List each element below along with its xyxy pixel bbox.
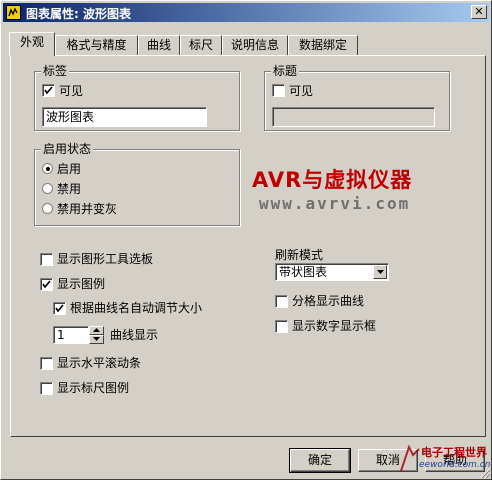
- tab-format-precision[interactable]: 格式与精度: [55, 35, 138, 55]
- label-group: 标签 可见 波形图表: [34, 64, 240, 131]
- show-plot-legend-checkbox[interactable]: [40, 278, 53, 291]
- arrow-up-icon: [93, 328, 100, 332]
- caption-visible-checkbox[interactable]: [272, 84, 285, 97]
- cancel-label: 取消: [375, 453, 400, 467]
- window-title: 图表属性: 波形图表: [26, 7, 131, 21]
- show-graph-palette-label: 显示图形工具选板: [57, 252, 154, 266]
- show-scrollbar-checkbox[interactable]: [40, 357, 53, 370]
- tab-label: 标尺: [188, 38, 213, 52]
- digital-display-checkbox[interactable]: [275, 320, 288, 333]
- stack-plots-checkbox[interactable]: [275, 295, 288, 308]
- corner-watermark-en: eeworld.com.cn: [419, 460, 491, 470]
- update-mode-value: 带状图表: [279, 265, 328, 279]
- tab-label: 数据绑定: [298, 38, 347, 52]
- tab-plots[interactable]: 曲线: [138, 35, 180, 55]
- label-text-field[interactable]: 波形图表: [42, 107, 207, 127]
- close-icon: ✕: [474, 5, 484, 18]
- arrow-down-icon: [93, 337, 100, 341]
- radio-disabled-label: 禁用: [57, 182, 82, 196]
- ok-label: 确定: [307, 453, 332, 467]
- dropdown-arrow[interactable]: [373, 265, 387, 279]
- caption-group-title: 标题: [271, 64, 300, 78]
- show-scale-legend-label: 显示标尺图例: [57, 381, 130, 395]
- show-plot-legend-label: 显示图例: [57, 277, 106, 291]
- plot-count-value[interactable]: 1: [53, 326, 89, 344]
- digital-display-label: 显示数字显示框: [292, 319, 377, 333]
- enable-state-group: 启用状态 启用 禁用 禁用并变灰: [34, 142, 240, 226]
- tab-scales[interactable]: 标尺: [180, 35, 222, 55]
- watermark-title: AVR与虚拟仪器: [252, 168, 413, 192]
- corner-watermark-cn: 电子工程世界: [421, 446, 487, 459]
- caption-visible-text: 可见: [289, 84, 314, 98]
- stack-plots-label: 分格显示曲线: [292, 294, 365, 308]
- stepper-up-button[interactable]: [89, 326, 104, 335]
- label-group-title: 标签: [41, 64, 70, 78]
- radio-disabled[interactable]: [42, 183, 53, 194]
- chevron-down-icon: [377, 270, 384, 274]
- radio-enabled-label: 启用: [57, 162, 82, 176]
- eeworld-logo-icon: [400, 445, 420, 472]
- radio-disabled-grayed[interactable]: [42, 203, 53, 214]
- tab-appearance[interactable]: 外观: [9, 32, 55, 56]
- watermark-url: www.avrvi.com: [259, 194, 411, 213]
- show-graph-palette-checkbox[interactable]: [40, 253, 53, 266]
- show-scrollbar-label: 显示水平滚动条: [57, 356, 142, 370]
- tab-label: 曲线: [146, 38, 171, 52]
- plot-count-label: 曲线显示: [110, 328, 159, 342]
- close-button[interactable]: ✕: [471, 5, 487, 19]
- appearance-panel: 标签 可见 波形图表 标题 可见 启用状态 启用 禁用 禁用并变灰 显示图形工具…: [10, 55, 486, 437]
- radio-disabled-grayed-label: 禁用并变灰: [57, 202, 118, 216]
- tab-label: 说明信息: [230, 38, 279, 52]
- tab-label: 格式与精度: [66, 38, 127, 52]
- title-bar[interactable]: 图表属性: 波形图表 ✕: [3, 3, 489, 22]
- autosize-legend-checkbox[interactable]: [53, 302, 66, 315]
- caption-group: 标题 可见: [264, 64, 450, 131]
- radio-enabled[interactable]: [42, 163, 53, 174]
- tab-documentation[interactable]: 说明信息: [222, 35, 288, 55]
- tab-label: 外观: [19, 35, 44, 49]
- label-visible-text: 可见: [59, 84, 84, 98]
- enable-state-title: 启用状态: [41, 142, 94, 156]
- dialog-window: 图表属性: 波形图表 ✕ 外观 格式与精度 曲线 标尺 说明信息 数据绑定 标签…: [0, 0, 492, 480]
- update-mode-label: 刷新模式: [275, 248, 324, 262]
- stepper-down-button[interactable]: [89, 335, 104, 344]
- ok-button[interactable]: 确定: [289, 448, 351, 473]
- tab-data-binding[interactable]: 数据绑定: [288, 35, 358, 55]
- label-visible-checkbox[interactable]: [42, 84, 55, 97]
- labview-vi-icon[interactable]: [6, 5, 21, 20]
- caption-text-field[interactable]: [272, 107, 435, 127]
- show-scale-legend-checkbox[interactable]: [40, 382, 53, 395]
- update-mode-dropdown[interactable]: 带状图表: [275, 263, 389, 281]
- autosize-legend-label: 根据曲线名自动调节大小: [70, 301, 203, 315]
